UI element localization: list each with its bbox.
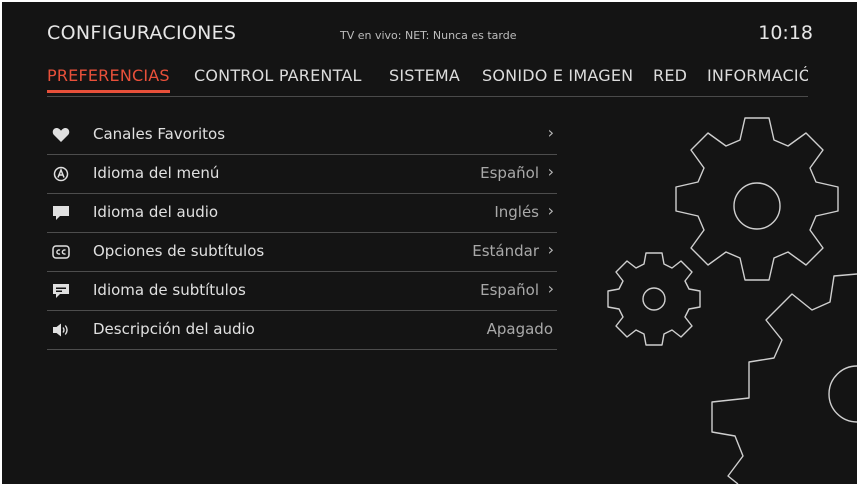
tab-red[interactable]: RED (653, 66, 687, 93)
menu-item-descripcion-audio[interactable]: Descripción del audio Apagado (47, 311, 557, 350)
page-title: CONFIGURACIONES (47, 22, 237, 44)
menu-item-value: Apagado (486, 320, 553, 338)
settings-screen: CONFIGURACIONES TV en vivo: NET: Nunca e… (2, 2, 857, 484)
speech-bubble-icon (52, 205, 70, 221)
chevron-right-icon: › (547, 279, 554, 298)
menu-item-value: Español (480, 164, 539, 182)
menu-item-value: Estándar (472, 242, 539, 260)
gears-icon (607, 117, 857, 484)
menu-item-idioma-menu[interactable]: Idioma del menú Español › (47, 155, 557, 194)
speaker-icon (52, 322, 70, 338)
clock: 10:18 (758, 22, 813, 44)
menu-item-label: Idioma de subtítulos (93, 281, 246, 299)
menu-item-label: Canales Favoritos (93, 125, 226, 143)
menu-item-label: Idioma del menú (93, 164, 220, 182)
chevron-right-icon: › (547, 240, 554, 259)
closed-caption-icon (52, 244, 70, 260)
menu-item-opciones-subtitulos[interactable]: Opciones de subtítulos Estándar › (47, 233, 557, 272)
subtitle-bubble-icon (52, 283, 70, 299)
heart-icon (52, 127, 70, 143)
tab-sonido-e-imagen[interactable]: SONIDO E IMAGEN (482, 66, 633, 93)
menu-item-label: Opciones de subtítulos (93, 242, 265, 260)
preferences-menu: Canales Favoritos › Idioma del menú Espa… (47, 116, 557, 350)
tab-control-parental[interactable]: CONTROL PARENTAL (194, 66, 362, 93)
tab-informacion[interactable]: INFORMACIÓN (707, 66, 808, 93)
tab-sistema[interactable]: SISTEMA (389, 66, 460, 93)
menu-item-idioma-audio[interactable]: Idioma del audio Inglés › (47, 194, 557, 233)
tab-divider (47, 96, 808, 97)
menu-item-idioma-subtitulos[interactable]: Idioma de subtítulos Español › (47, 272, 557, 311)
chevron-right-icon: › (547, 201, 554, 220)
menu-item-label: Idioma del audio (93, 203, 219, 221)
chevron-right-icon: › (547, 123, 554, 142)
tab-bar: PREFERENCIAS CONTROL PARENTAL SISTEMA SO… (47, 66, 808, 96)
menu-item-canales-favoritos[interactable]: Canales Favoritos › (47, 116, 557, 155)
tab-preferencias[interactable]: PREFERENCIAS (47, 66, 170, 93)
live-tv-status: TV en vivo: NET: Nunca es tarde (340, 29, 517, 42)
menu-item-label: Descripción del audio (93, 320, 255, 338)
menu-item-value: Español (480, 281, 539, 299)
menu-item-value: Inglés (494, 203, 539, 221)
language-icon (52, 166, 70, 182)
chevron-right-icon: › (547, 162, 554, 181)
